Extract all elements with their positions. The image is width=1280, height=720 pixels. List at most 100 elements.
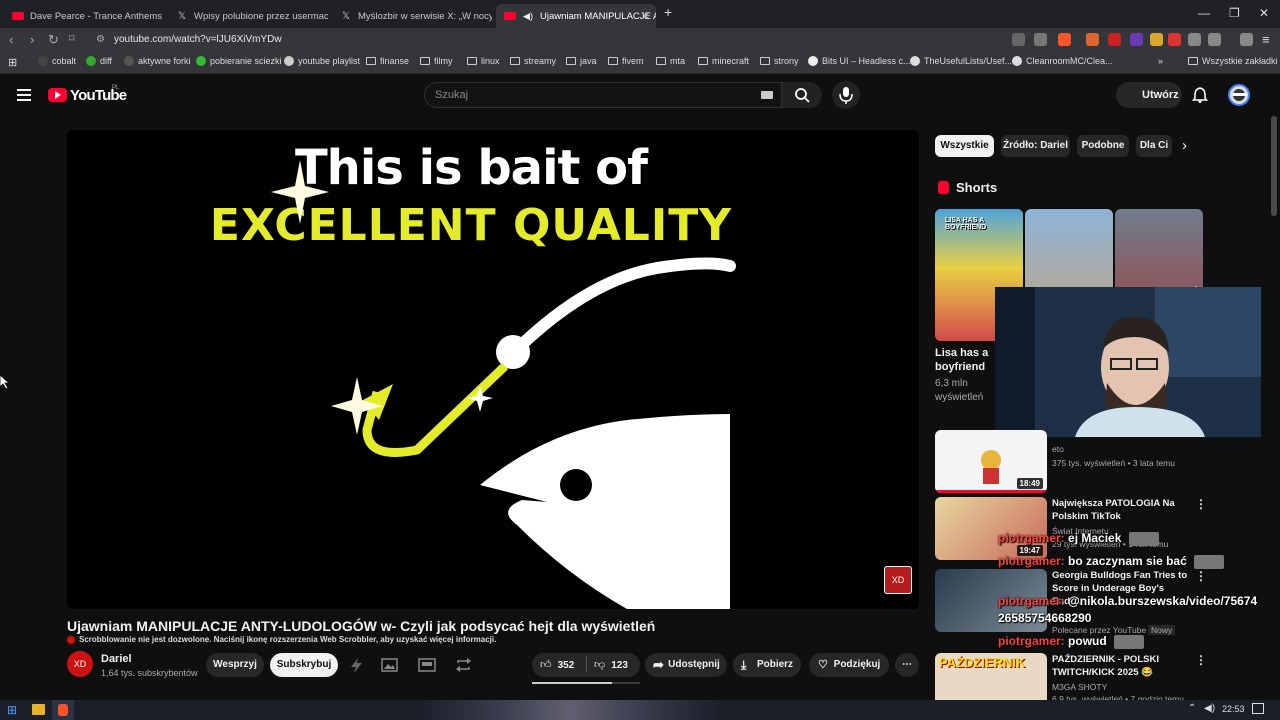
tab-x-likes[interactable]: 𝕏 Wpisy polubione przez usermacieg ( — [168, 4, 328, 28]
chat-username: piotrgamer: — [998, 594, 1065, 608]
sidebar-icon[interactable] — [1208, 33, 1221, 46]
tab-x-post[interactable]: 𝕏 Myślozbir w serwisie X: „W nocy Hall — [332, 4, 492, 28]
create-button[interactable]: Utwórz — [1116, 82, 1182, 108]
reload-icon[interactable]: ↻ — [48, 32, 59, 48]
short-1-title[interactable]: Lisa has a boyfriend — [935, 346, 995, 374]
bookmark-youtube-playlist[interactable]: youtube playlist — [284, 56, 360, 66]
thumbs-up-icon: 👍︎ — [540, 659, 552, 671]
page-scrollbar[interactable] — [1271, 116, 1277, 216]
miniplayer-icon[interactable] — [418, 657, 436, 673]
cast-icon[interactable] — [1012, 33, 1025, 46]
volume-icon[interactable]: ◀) — [1204, 703, 1215, 714]
chips-next-icon[interactable]: › — [1182, 137, 1187, 154]
bookmark-icon[interactable]: ⌑ — [69, 32, 75, 45]
extension-icon[interactable] — [1150, 33, 1163, 46]
search-placeholder: Szukaj — [435, 89, 469, 101]
support-button[interactable]: Wesprzyj — [206, 653, 264, 677]
extension-icon[interactable] — [1108, 33, 1121, 46]
extension-icon[interactable] — [1130, 33, 1143, 46]
notifications-icon[interactable] — [1252, 703, 1264, 714]
image-icon[interactable] — [381, 657, 399, 673]
extension-icon[interactable] — [1168, 33, 1181, 46]
tray-chevron-icon[interactable]: ⌃ — [1188, 703, 1196, 714]
rec-3-menu-icon[interactable]: ⋮ — [1195, 569, 1207, 583]
menu-icon[interactable]: ≡ — [1262, 32, 1270, 47]
bookmark-folder-strony[interactable]: strony — [760, 56, 799, 66]
rec-4-title[interactable]: PAŹDZIERNIK - POLSKI TWITCH/KICK 2025 😂 — [1052, 653, 1192, 679]
voice-search-button[interactable] — [832, 81, 860, 109]
bookmark-aktywne-forki[interactable]: aktywne forki — [124, 56, 191, 66]
rec-1-channel[interactable]: eto — [1052, 444, 1064, 454]
file-explorer-icon[interactable] — [32, 704, 45, 715]
brave-shield-icon[interactable] — [1058, 33, 1071, 46]
channel-watermark-badge[interactable]: XD — [884, 566, 912, 594]
rec-4-menu-icon[interactable]: ⋮ — [1195, 653, 1207, 667]
rec-4-channel[interactable]: M3GA SHOTY — [1052, 682, 1107, 692]
avatar-image-icon — [1233, 89, 1247, 101]
bookmark-cleanroommc[interactable]: CleanroomMC/Clea... — [1012, 56, 1113, 66]
download-button[interactable]: ⤓ Pobierz — [733, 653, 801, 677]
search-input[interactable]: Szukaj — [424, 82, 782, 108]
bookmark-bits-ui[interactable]: Bits UI – Headless c... — [808, 56, 911, 66]
hamburger-menu-icon[interactable] — [17, 89, 31, 101]
thanks-button[interactable]: ♡ Podziękuj — [809, 653, 889, 677]
like-button[interactable]: 👍︎ 352 — [540, 658, 574, 671]
close-window-icon[interactable]: ✕ — [1259, 6, 1269, 20]
subscribe-button[interactable]: Subskrybuj — [270, 653, 338, 677]
media-controls-icon[interactable] — [1240, 33, 1253, 46]
notifications-bell-icon[interactable] — [1192, 87, 1208, 103]
rec-1-thumbnail[interactable]: 18:49 — [935, 430, 1047, 493]
address-bar[interactable]: ⚙ youtube.com/watch?v=lJU6XiVmYDw — [88, 31, 1008, 49]
rec-2-thumbnail[interactable]: 19:47 — [935, 497, 1047, 560]
forward-icon[interactable]: › — [30, 32, 34, 47]
bookmark-usefullists[interactable]: TheUsefulLists/Usef... — [910, 56, 1012, 66]
clock-time[interactable]: 22:53 — [1222, 704, 1245, 714]
youtube-logo-icon[interactable] — [48, 88, 67, 102]
rec-2-menu-icon[interactable]: ⋮ — [1195, 497, 1207, 511]
minimize-icon[interactable]: — — [1198, 6, 1210, 20]
share-button[interactable]: ➦ Udostępnij — [645, 653, 727, 677]
new-tab-icon[interactable]: + — [664, 4, 672, 20]
tab-active-video[interactable]: ◀) Ujawniam MANIPULACJE ANT ✕ — [496, 4, 656, 28]
bookmark-pobieranie-sciezki[interactable]: pobieranie sciezki — [196, 56, 282, 66]
bookmark-folder-filmy[interactable]: filmy — [420, 56, 453, 66]
more-actions-button[interactable]: ⋯ — [895, 653, 919, 677]
bookmark-folder-mta[interactable]: mta — [656, 56, 685, 66]
close-tab-icon[interactable]: ✕ — [641, 10, 650, 23]
chip-all[interactable]: Wszystkie — [935, 135, 994, 157]
rec-2-title[interactable]: Największa PATOLOGIA Na Polskim TikTok — [1052, 497, 1192, 523]
thumbs-down-icon: 👎︎ — [594, 659, 606, 671]
dislike-button[interactable]: 👎︎ 123 — [594, 658, 628, 671]
tab-label: Ujawniam MANIPULACJE ANT — [540, 10, 656, 22]
search-button[interactable] — [782, 82, 822, 108]
chip-for-you[interactable]: Dla Ci — [1136, 135, 1172, 157]
lightning-icon[interactable] — [348, 657, 366, 673]
video-player[interactable]: This is bait of EXCELLENT QUALITY — [67, 130, 919, 609]
extension-icon[interactable] — [1086, 33, 1099, 46]
bookmark-folder-finanse[interactable]: finanse — [366, 56, 409, 66]
windows-start-icon[interactable]: ⊞ — [7, 703, 17, 717]
keyboard-icon[interactable] — [761, 91, 773, 99]
bookmark-diff[interactable]: diff — [86, 56, 112, 66]
back-icon[interactable]: ‹ — [9, 32, 13, 47]
channel-avatar[interactable]: XD — [67, 651, 93, 677]
bookmark-folder-java[interactable]: java — [566, 56, 597, 66]
chip-from-channel[interactable]: Źródło: Dariel — [1001, 135, 1070, 157]
channel-name[interactable]: Dariel — [101, 653, 132, 665]
bookmark-folder-minecraft[interactable]: minecraft — [698, 56, 749, 66]
apps-grid-icon[interactable]: ⊞ — [8, 56, 17, 69]
site-info-icon[interactable]: ⚙ — [96, 31, 105, 49]
account-avatar[interactable] — [1228, 84, 1250, 106]
extensions-puzzle-icon[interactable] — [1188, 33, 1201, 46]
bookmark-cobalt[interactable]: cobalt — [38, 56, 76, 66]
loop-icon[interactable] — [455, 657, 473, 673]
bookmark-folder-linux[interactable]: linux — [467, 56, 500, 66]
bookmark-folder-fivem[interactable]: fivem — [608, 56, 644, 66]
all-bookmarks[interactable]: Wszystkie zakładki — [1188, 56, 1278, 66]
chip-related[interactable]: Podobne — [1077, 135, 1129, 157]
bookmarks-overflow-icon[interactable]: » — [1158, 56, 1163, 66]
share-page-icon[interactable] — [1034, 33, 1047, 46]
bookmark-folder-streamy[interactable]: streamy — [510, 56, 556, 66]
restore-icon[interactable]: ❐ — [1229, 6, 1240, 20]
tab-dave-pearce[interactable]: Dave Pearce - Trance Anthems 2008 — [4, 4, 164, 28]
